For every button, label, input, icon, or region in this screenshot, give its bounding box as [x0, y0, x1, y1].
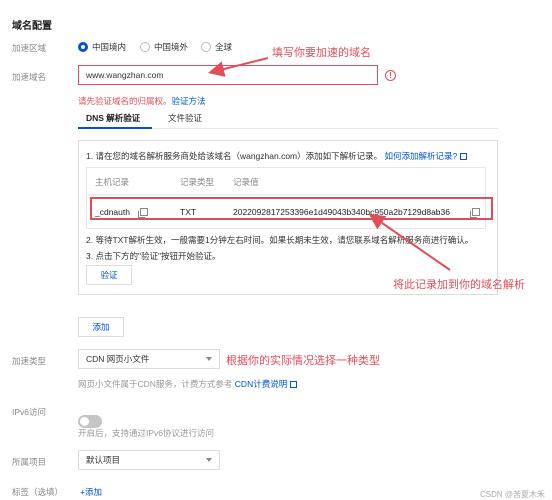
- record-arrow: [368, 213, 451, 271]
- domain-arrow: [208, 57, 269, 77]
- annotation-domain: 填写你要加速的域名: [272, 47, 371, 59]
- annotation-record: 将此记录加到你的域名解析: [393, 279, 525, 291]
- watermark: CSDN @苦夏木禾: [480, 490, 546, 499]
- annotation-arrows: [208, 57, 451, 360]
- annotation-type: 根据你的实际情况选择一种类型: [226, 355, 380, 367]
- type-arrow-stub: [222, 359, 224, 360]
